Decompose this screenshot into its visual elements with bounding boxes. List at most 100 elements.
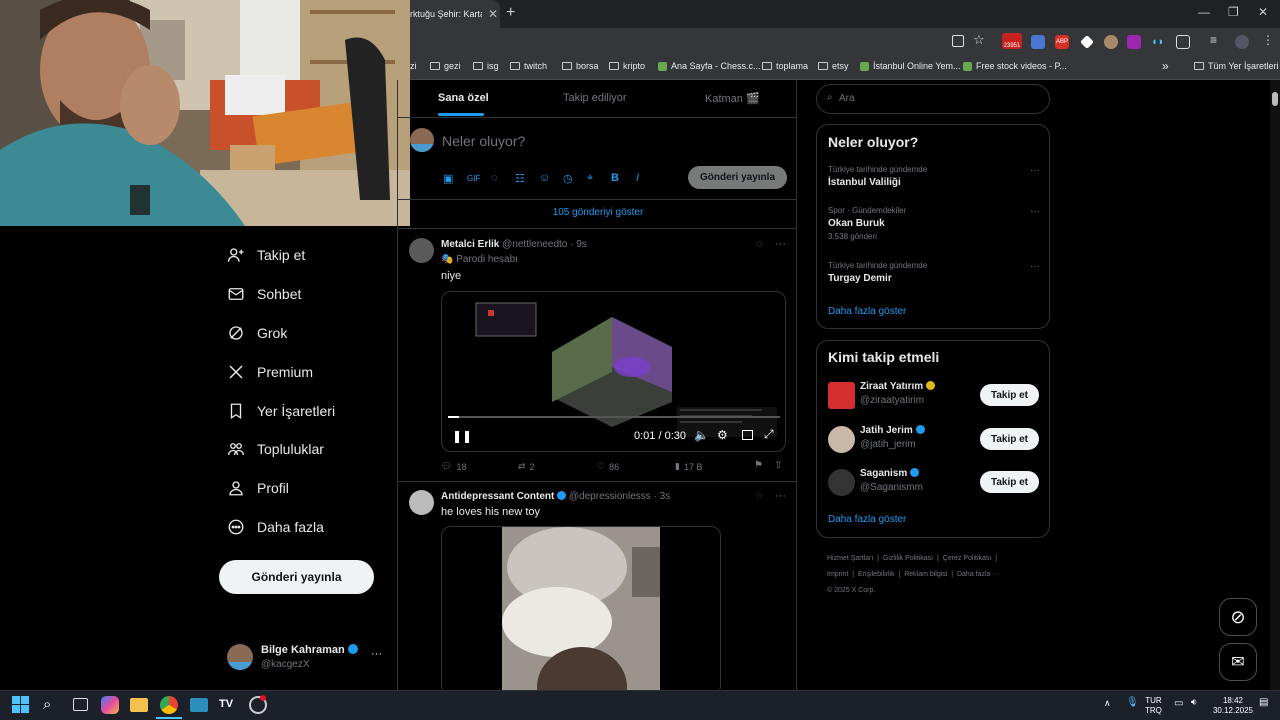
- reply-button[interactable]: 💬︎ 18: [441, 461, 466, 472]
- nav-item-sohbet[interactable]: Sohbet: [227, 280, 301, 308]
- windows-start-icon[interactable]: [12, 696, 30, 714]
- trends-show-more[interactable]: Daha fazla göster: [828, 306, 906, 317]
- post-more-icon[interactable]: ···: [775, 238, 786, 250]
- footer-privacy[interactable]: Gizlilik Politikası: [883, 555, 933, 562]
- microphone-icon[interactable]: 🎙︎: [1126, 697, 1139, 708]
- post-handle-2[interactable]: @depressionlesss · 3s: [569, 491, 670, 502]
- install-app-icon[interactable]: [952, 35, 964, 47]
- footer-ads-info[interactable]: Reklam bilgisi: [904, 571, 947, 578]
- minimize-icon[interactable]: —: [1198, 5, 1210, 19]
- tab-for-you[interactable]: Sana özel: [438, 92, 489, 104]
- footer-accessibility[interactable]: Erişilebilirlik: [858, 571, 895, 578]
- footer-terms[interactable]: Hizmet Şartları: [827, 555, 873, 562]
- share-icon[interactable]: ⇧: [774, 460, 782, 471]
- compose-input[interactable]: Neler oluyor?: [442, 133, 525, 149]
- trend-more-icon[interactable]: ···: [1030, 261, 1040, 272]
- post-more-icon[interactable]: ···: [775, 490, 786, 502]
- schedule-icon[interactable]: ◷: [563, 172, 573, 185]
- follow-button[interactable]: Takip et: [980, 384, 1039, 406]
- post-author-2[interactable]: Antidepressant Content: [441, 491, 554, 502]
- bookmark-item[interactable]: borsa: [562, 61, 599, 71]
- poll-icon[interactable]: ☷: [515, 172, 525, 185]
- account-more-icon[interactable]: ···: [371, 648, 382, 660]
- footer-imprint[interactable]: Imprint: [827, 571, 848, 578]
- follow-suggestion[interactable]: Saganism @Saganismm Takip et: [828, 468, 1040, 498]
- footer-cookies[interactable]: Çerez Politikası: [943, 555, 992, 562]
- bookmark-item[interactable]: toplama: [762, 61, 808, 71]
- messages-floating-button[interactable]: ✉: [1219, 643, 1257, 681]
- network-icon[interactable]: ▭: [1174, 698, 1183, 709]
- chrome-menu-icon[interactable]: ⋮: [1262, 33, 1274, 47]
- compose-post-button[interactable]: Gönderi yayınla: [688, 166, 787, 189]
- tab-close-icon[interactable]: ✕: [488, 7, 498, 21]
- fullscreen-icon[interactable]: ⤢: [764, 427, 774, 442]
- suggestion-name[interactable]: Ziraat Yatırım: [860, 381, 935, 392]
- bookmark-item[interactable]: Free stock videos - P...: [963, 61, 1067, 71]
- suggestion-name[interactable]: Saganism: [860, 468, 920, 479]
- bookmark-item[interactable]: etsy: [818, 61, 849, 71]
- like-button[interactable]: ♡ 86: [597, 461, 619, 472]
- grok-post-icon[interactable]: ◌: [756, 238, 763, 250]
- suggestion-name[interactable]: Jatih Jerim: [860, 425, 925, 436]
- purple-extension-icon[interactable]: [1127, 35, 1141, 49]
- bookmark-item[interactable]: gezi: [430, 61, 461, 71]
- nav-item-daha-fazla[interactable]: Daha fazla: [227, 513, 324, 541]
- follow-button[interactable]: Takip et: [980, 428, 1039, 450]
- nav-item-grok[interactable]: Grok: [227, 319, 287, 347]
- views-button[interactable]: ▮ 17 B: [675, 461, 702, 472]
- avatar[interactable]: [828, 382, 855, 409]
- italic-icon[interactable]: I: [636, 172, 639, 184]
- footer-more[interactable]: Daha fazla ···: [957, 571, 999, 578]
- restore-icon[interactable]: ❐: [1228, 5, 1239, 19]
- input-language[interactable]: TUR TRQ: [1145, 696, 1162, 716]
- gif-icon[interactable]: GIF: [467, 174, 480, 183]
- extension-badge[interactable]: 23951: [1002, 33, 1022, 49]
- trend-more-icon[interactable]: ···: [1030, 206, 1040, 217]
- trend-item[interactable]: Spor · Gündemdekiler Okan Buruk 3.538 gönd…: [828, 206, 1040, 241]
- follow-suggestion[interactable]: Ziraat Yatırım @ziraatyatirim Takip et: [828, 381, 1040, 411]
- browser-tab-active[interactable]: rktuğu Şehir: Karta ✕: [400, 0, 500, 28]
- more-bookmarks-icon[interactable]: »: [1162, 59, 1169, 73]
- close-window-icon[interactable]: ✕: [1258, 5, 1268, 19]
- location-icon[interactable]: ⌖: [587, 172, 593, 185]
- post-avatar-2[interactable]: [409, 490, 434, 515]
- post-image[interactable]: [441, 526, 721, 690]
- trend-item[interactable]: Türkiye tarihinde gündemde Turgay Demir ··…: [828, 261, 1040, 284]
- adblock-extension-icon[interactable]: ABP: [1055, 35, 1069, 49]
- emoji-icon[interactable]: ☺: [539, 172, 550, 184]
- search-input[interactable]: ⌕ Ara: [816, 84, 1050, 114]
- tradingview-icon[interactable]: TV: [219, 698, 237, 716]
- volume-tray-icon[interactable]: 🔉︎: [1191, 697, 1197, 708]
- nav-item-profil[interactable]: Profil: [227, 474, 289, 502]
- grok-floating-button[interactable]: ⊘: [1219, 598, 1257, 636]
- tab-layer[interactable]: Katman 🎬: [705, 92, 760, 105]
- search-taskbar-icon[interactable]: ⌕: [43, 696, 61, 714]
- tab-following[interactable]: Takip ediliyor: [563, 92, 627, 104]
- nav-item-takip-et[interactable]: Takip et: [227, 241, 305, 269]
- settings-icon[interactable]: ⚙: [717, 428, 728, 442]
- image-icon[interactable]: ▣: [443, 172, 453, 185]
- notifications-icon[interactable]: ▤: [1259, 697, 1268, 708]
- tray-overflow-icon[interactable]: ∧: [1104, 698, 1111, 709]
- volume-icon[interactable]: 🔈: [694, 428, 709, 442]
- nav-item-topluluklar[interactable]: Topluluklar: [227, 435, 324, 463]
- video-progress-track[interactable]: [448, 416, 780, 418]
- post-avatar[interactable]: [409, 238, 434, 263]
- follow-button[interactable]: Takip et: [980, 471, 1039, 493]
- chrome-icon[interactable]: [160, 696, 178, 714]
- clock[interactable]: 18:42 30.12.2025: [1210, 696, 1256, 716]
- pip-icon[interactable]: [742, 430, 753, 440]
- remote-desktop-icon[interactable]: [190, 698, 208, 712]
- post-author[interactable]: Metalci Erlik: [441, 239, 499, 250]
- post-button[interactable]: Gönderi yayınla: [219, 560, 374, 594]
- pause-icon[interactable]: ❚❚: [452, 429, 472, 443]
- reading-list-icon[interactable]: ≡: [1210, 33, 1217, 47]
- copilot-icon[interactable]: [101, 696, 119, 714]
- repost-button[interactable]: ⇄ 2: [518, 461, 535, 472]
- account-switcher[interactable]: Bilge Kahraman @kacgezX ···: [227, 644, 387, 672]
- profile-avatar-icon[interactable]: [1235, 35, 1249, 49]
- nav-item-premium[interactable]: Premium: [227, 358, 313, 386]
- bookmark-post-icon[interactable]: ⚑: [754, 460, 763, 471]
- scrollbar-thumb[interactable]: [1272, 92, 1278, 106]
- bookmark-item[interactable]: kripto: [609, 61, 645, 71]
